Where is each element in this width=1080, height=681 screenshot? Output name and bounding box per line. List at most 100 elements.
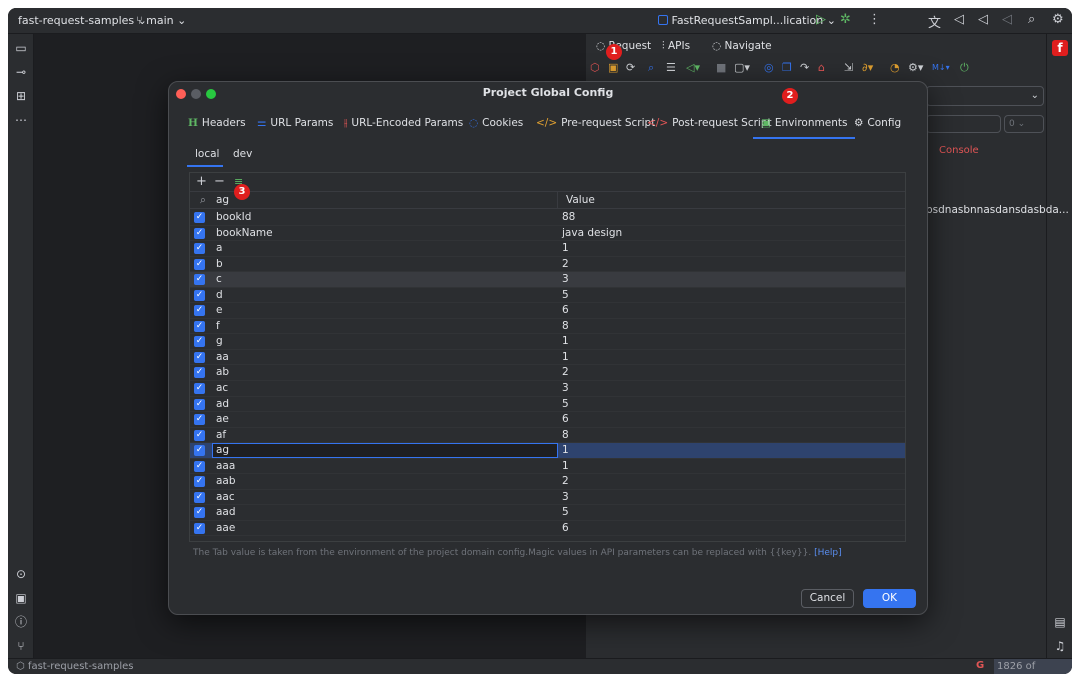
table-row[interactable]: ✓ bookName java design [190, 226, 905, 242]
row-value[interactable]: 5 [562, 288, 569, 304]
power-icon[interactable]: ⏻ [960, 61, 969, 75]
git-icon[interactable]: ⑂ [13, 638, 29, 654]
link-icon[interactable]: ∂▾ [862, 61, 873, 74]
enabled-checkbox[interactable]: ✓ [194, 507, 205, 519]
row-key[interactable]: d [216, 288, 223, 304]
enabled-checkbox[interactable]: ✓ [194, 289, 205, 301]
cancel-button[interactable]: Cancel [801, 589, 854, 608]
tab-apis[interactable]: ⫶ APIs [662, 40, 690, 53]
table-row[interactable]: ✓ aad 5 [190, 505, 905, 521]
row-value[interactable]: 1 [562, 334, 569, 350]
table-row-selected[interactable]: ✓ ag 1 [190, 443, 905, 459]
send-request-icon[interactable]: ◁▾ [686, 61, 700, 74]
row-key[interactable]: b [216, 257, 223, 273]
row-key[interactable]: e [216, 303, 222, 319]
row-value[interactable]: 2 [562, 257, 569, 273]
row-value[interactable]: 3 [562, 272, 569, 288]
enabled-checkbox[interactable]: ✓ [194, 445, 205, 457]
tab-pre-request-script[interactable]: </> Pre-request Script [536, 109, 655, 139]
url-input[interactable] [926, 115, 1001, 133]
refresh-icon[interactable]: ⟳ [626, 61, 635, 74]
project-selector[interactable]: fast-request-samples ⌄ [18, 14, 147, 27]
row-value[interactable]: 3 [562, 381, 569, 397]
enabled-checkbox[interactable]: ✓ [194, 336, 205, 348]
structure-icon[interactable]: ⊞ [13, 88, 29, 104]
row-key[interactable]: aad [216, 505, 236, 521]
table-row[interactable]: ✓ aab 2 [190, 474, 905, 490]
enabled-checkbox[interactable]: ✓ [194, 305, 205, 317]
enabled-checkbox[interactable]: ✓ [194, 212, 205, 223]
database-icon[interactable]: ▤ [1052, 614, 1068, 630]
more-tools-icon[interactable]: ⋯ [13, 112, 29, 128]
collapse-icon[interactable]: ⇲ [844, 61, 853, 74]
problems-icon[interactable]: ⓘ [13, 614, 29, 630]
row-value[interactable]: 8 [562, 428, 569, 444]
table-row[interactable]: ✓ aac 3 [190, 490, 905, 506]
row-value[interactable]: 2 [562, 365, 569, 381]
tab-headers[interactable]: H Headers [188, 109, 246, 139]
row-value[interactable]: 2 [562, 474, 569, 490]
key-search-input[interactable]: ag [216, 192, 229, 209]
tab-config[interactable]: ⚙ Config [854, 109, 901, 139]
tab-navigate[interactable]: ◌ Navigate [712, 40, 772, 52]
row-key[interactable]: a [216, 241, 222, 257]
enabled-checkbox[interactable]: ✓ [194, 367, 205, 379]
enabled-checkbox[interactable]: ✓ [194, 227, 205, 239]
row-value[interactable]: java design [562, 226, 622, 242]
row-key[interactable]: ad [216, 397, 229, 413]
commit-icon[interactable]: ⊸ [13, 64, 29, 80]
row-key[interactable]: bookId [216, 210, 251, 226]
enabled-checkbox[interactable]: ✓ [194, 414, 205, 426]
row-key[interactable]: f [216, 319, 220, 335]
table-row[interactable]: ✓ ae 6 [190, 412, 905, 428]
table-row[interactable]: ✓ aa 1 [190, 350, 905, 366]
ok-button[interactable]: OK [863, 589, 916, 608]
fast-request-icon[interactable]: f [1052, 40, 1068, 56]
env-tab-dev[interactable]: dev [233, 145, 252, 167]
send-icon[interactable]: ◁ [954, 12, 964, 27]
row-key[interactable]: aac [216, 490, 235, 506]
tab-request[interactable]: ◌ Request [596, 40, 651, 52]
row-key[interactable]: aab [216, 474, 236, 490]
redo-icon[interactable]: ↷ [800, 61, 809, 74]
console-tab[interactable]: Console [939, 145, 979, 156]
tab-cookies[interactable]: ◌ Cookies [469, 109, 523, 139]
table-row[interactable]: ✓ e 6 [190, 303, 905, 319]
enabled-checkbox[interactable]: ✓ [194, 383, 205, 395]
enabled-checkbox[interactable]: ✓ [194, 243, 205, 255]
row-key[interactable]: ac [216, 381, 228, 397]
help-link[interactable]: [Help] [814, 548, 842, 558]
tab-url-encoded-params[interactable]: ⫲ URL-Encoded Params [344, 109, 463, 139]
row-value[interactable]: 6 [562, 521, 569, 537]
row-value[interactable]: 8 [562, 319, 569, 335]
stop-icon[interactable]: ⬡ [590, 61, 600, 74]
enabled-checkbox[interactable]: ✓ [194, 522, 205, 534]
debug-icon[interactable]: ✲ [840, 12, 851, 27]
row-key[interactable]: ae [216, 412, 229, 428]
enabled-checkbox[interactable]: ✓ [194, 460, 205, 472]
list-icon[interactable]: ☰ [666, 61, 676, 74]
row-value[interactable]: 1 [562, 241, 569, 257]
row-key[interactable]: aa [216, 350, 229, 366]
search-tool-icon[interactable]: ⌕ [648, 61, 654, 75]
tab-environments[interactable]: ▣ Environments [753, 109, 856, 139]
enabled-checkbox[interactable]: ✓ [194, 476, 205, 488]
row-key-editor[interactable]: ag [212, 443, 558, 459]
table-row[interactable]: ✓ f 8 [190, 319, 905, 335]
memory-indicator[interactable]: 1826 of 5120M [994, 659, 1072, 674]
add-icon[interactable]: + [196, 173, 207, 191]
row-key[interactable]: af [216, 428, 226, 444]
remove-icon[interactable]: − [214, 173, 225, 191]
gear-menu-icon[interactable]: ⚙▾ [908, 61, 923, 74]
table-row[interactable]: ✓ ac 3 [190, 381, 905, 397]
table-row[interactable]: ✓ g 1 [190, 334, 905, 350]
notifications-icon[interactable]: ♫ [1052, 638, 1068, 654]
more-icon[interactable]: ⋮ [868, 12, 881, 27]
enabled-checkbox[interactable]: ✓ [194, 491, 205, 503]
delete-icon[interactable]: ⌂ [818, 61, 825, 74]
back-icon[interactable]: ◁ [1002, 12, 1012, 27]
status-project[interactable]: ⬡ fast-request-samples [16, 661, 134, 672]
google-icon[interactable]: G [976, 660, 984, 671]
terminal-icon[interactable]: ▣ [13, 590, 29, 606]
enabled-checkbox[interactable]: ✓ [194, 274, 205, 286]
